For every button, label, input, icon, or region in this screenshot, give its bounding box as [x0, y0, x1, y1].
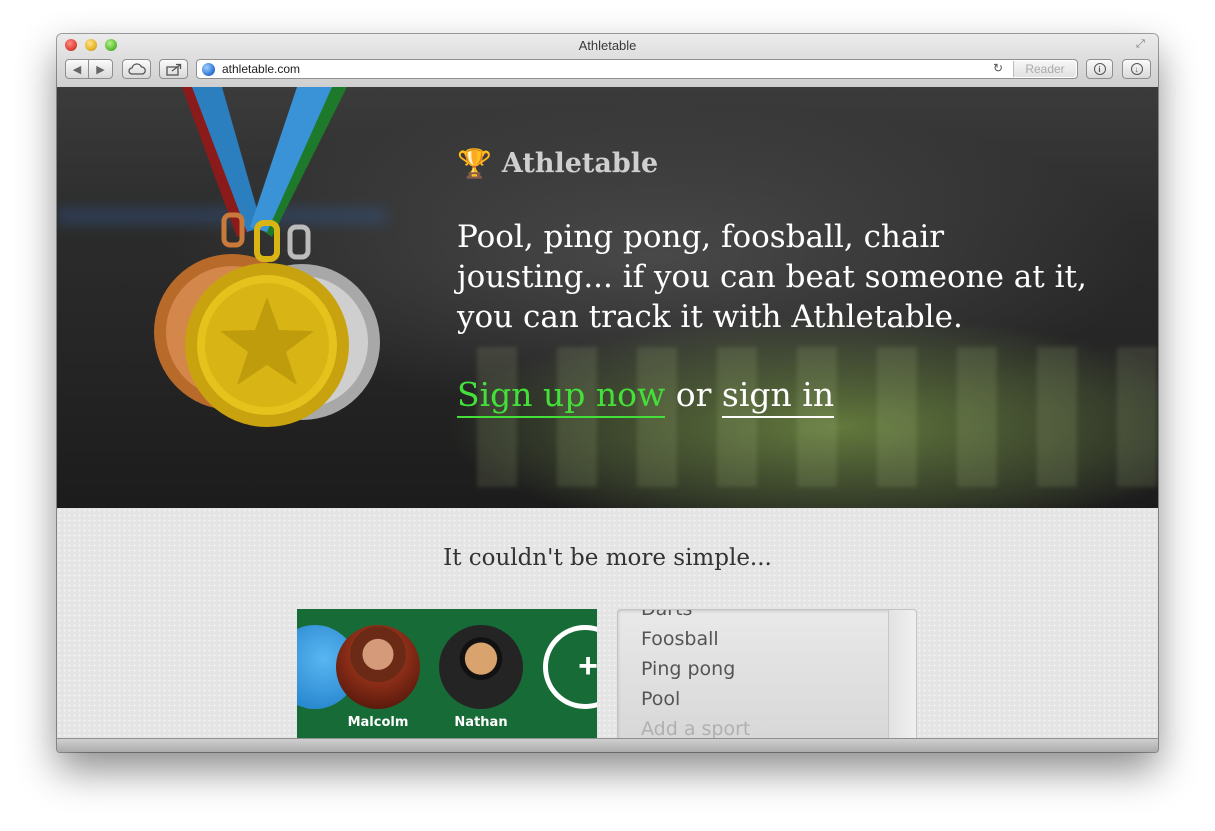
url-text[interactable]: athletable.com: [222, 62, 300, 76]
back-button[interactable]: ◀: [65, 59, 89, 79]
add-sport-input[interactable]: Add a sport: [641, 718, 750, 740]
list-item[interactable]: Ping pong: [641, 658, 735, 680]
share-button[interactable]: [159, 59, 188, 79]
brand-logo[interactable]: 🏆 Athletable: [457, 147, 658, 180]
download-icon: ↓: [1130, 63, 1143, 75]
back-arrow-icon: ◀: [72, 63, 82, 76]
player-avatar-nathan[interactable]: [439, 625, 523, 709]
sports-list[interactable]: Darts Foosball Ping pong Pool Add a spor…: [617, 609, 917, 744]
hero-tagline: Pool, ping pong, foosball, chair joustin…: [457, 219, 1087, 335]
trophy-icon: 🏆: [457, 147, 492, 180]
plus-icon: +: [578, 647, 597, 685]
list-scrollbar[interactable]: [888, 610, 916, 743]
icloud-tabs-button[interactable]: [122, 59, 151, 79]
list-item[interactable]: Darts: [641, 610, 692, 620]
info-circle-icon: i: [1093, 63, 1106, 75]
add-player-button[interactable]: +: [543, 625, 597, 709]
browser-window: Athletable ⤢ ◀ ▶ athletable.com ↻ Reader…: [57, 34, 1158, 752]
globe-icon: [202, 63, 215, 76]
list-item[interactable]: Foosball: [641, 628, 719, 650]
brand-name: Athletable: [501, 148, 659, 179]
forward-arrow-icon: ▶: [96, 63, 105, 76]
section-heading: It couldn't be more simple...: [443, 545, 772, 571]
sign-up-link[interactable]: Sign up now: [457, 375, 666, 418]
forward-button[interactable]: ▶: [88, 59, 113, 79]
window-bottom-bar: [57, 738, 1158, 752]
features-section: It couldn't be more simple... + Malcolm …: [57, 508, 1158, 744]
cloud-icon: [127, 63, 146, 75]
reload-icon[interactable]: ↻: [993, 61, 1003, 75]
top-sites-button[interactable]: i: [1086, 59, 1113, 79]
player-name: Nathan: [454, 715, 508, 730]
hero-banner: 🏆 Athletable Pool, ping pong, foosball, …: [57, 87, 1158, 508]
reader-button[interactable]: Reader: [1013, 61, 1076, 77]
share-icon: [165, 63, 181, 76]
player-name: Malcolm: [347, 715, 409, 730]
list-item[interactable]: Pool: [641, 688, 680, 710]
cta-row: Sign up now or sign in: [457, 375, 835, 418]
window-title: Athletable: [578, 38, 637, 53]
address-bar[interactable]: athletable.com ↻ Reader: [196, 59, 1078, 79]
or-text: or: [675, 375, 712, 414]
player-avatar-malcolm[interactable]: [336, 625, 420, 709]
players-panel: + Malcolm Nathan: [297, 609, 597, 744]
medals-icon: [154, 87, 380, 427]
downloads-button[interactable]: ↓: [1122, 59, 1151, 79]
fullscreen-icon[interactable]: ⤢: [1136, 38, 1150, 52]
sign-in-link[interactable]: sign in: [721, 375, 835, 418]
browser-toolbar: Athletable ⤢ ◀ ▶ athletable.com ↻ Reader…: [57, 34, 1158, 88]
